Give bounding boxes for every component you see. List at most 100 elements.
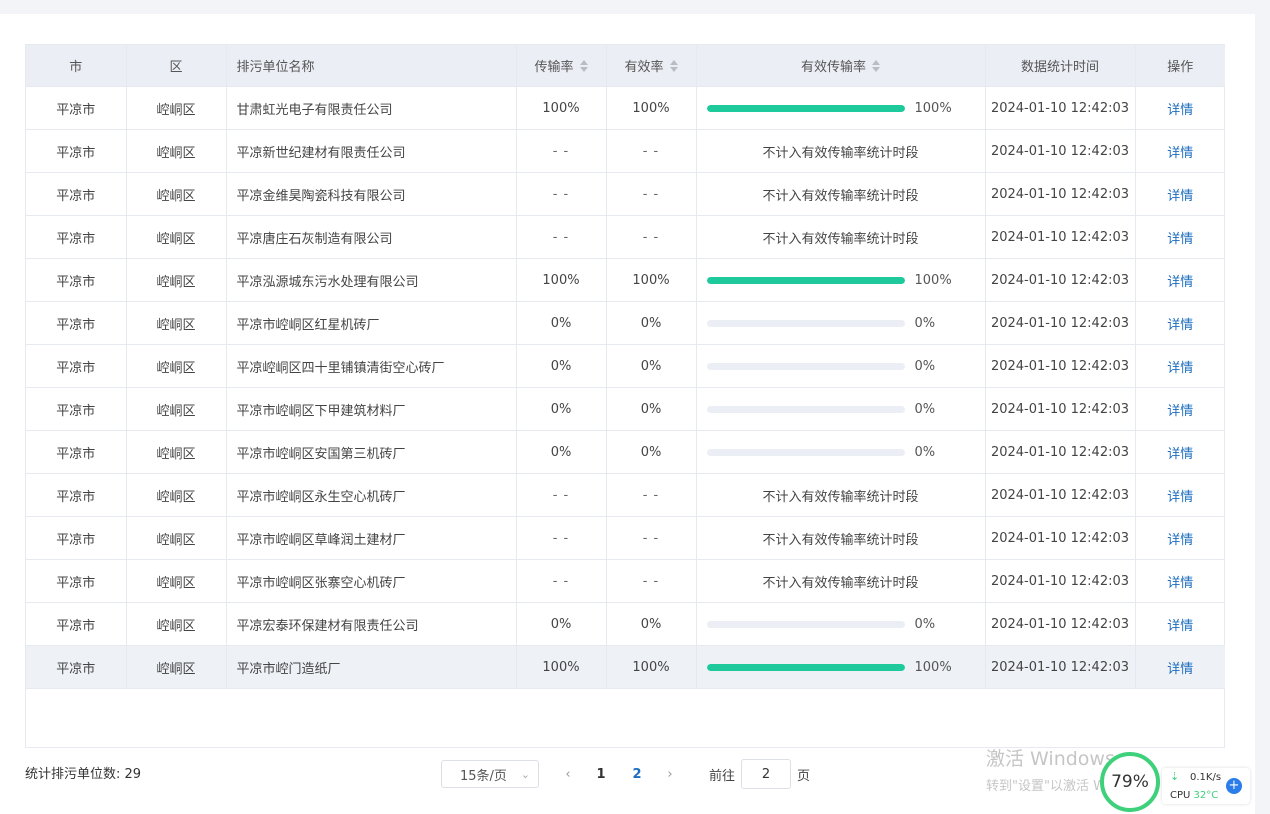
progress-label: 0% [914, 444, 936, 460]
goto-page: 前往 页 [709, 759, 810, 789]
cell-unit-name: 平凉市崆峒区张寨空心机砖厂 [226, 559, 517, 603]
transmission-rate-value: 0% [550, 401, 572, 417]
cell-stat-time: 2024-01-10 12:42:03 [985, 645, 1136, 689]
next-page-button[interactable]: › [655, 767, 685, 782]
cell-valid-transmission-rate: 不计入有效传输率统计时段 [696, 215, 986, 259]
cell-unit-name: 平凉市崆峒区永生空心机砖厂 [226, 473, 517, 517]
header-transmission-rate[interactable]: 传输率 [516, 45, 607, 87]
detail-link[interactable]: 详情 [1167, 189, 1193, 204]
cell-valid-rate: 100% [606, 86, 697, 130]
detail-link[interactable]: 详情 [1167, 146, 1193, 161]
cell-action: 详情 [1135, 86, 1225, 130]
table-row: 平凉市 崆峒区 平凉崆峒区四十里铺镇清街空心砖厂 0% 0% 0% 2024-01-10 1… [26, 344, 1225, 388]
detail-link[interactable]: 详情 [1167, 619, 1193, 634]
cell-district: 崆峒区 [126, 602, 227, 646]
cell-action: 详情 [1135, 430, 1225, 474]
page-2-button[interactable]: 2 [619, 767, 655, 782]
cell-city: 平凉市 [26, 602, 127, 646]
unit-count-label: 统计排污单位数: [25, 767, 121, 782]
cell-unit-name: 平凉宏泰环保建材有限责任公司 [226, 602, 517, 646]
detail-link[interactable]: 详情 [1167, 232, 1193, 247]
cell-city: 平凉市 [26, 215, 127, 259]
prev-page-button[interactable]: ‹ [553, 767, 583, 782]
sort-icon[interactable] [579, 59, 588, 72]
cell-action: 详情 [1135, 473, 1225, 517]
cell-valid-rate: - - [606, 516, 697, 560]
detail-link[interactable]: 详情 [1167, 533, 1193, 548]
progress-track [706, 663, 905, 671]
cell-unit-name: 平凉市崆峒区草峰润土建材厂 [226, 516, 517, 560]
detail-link[interactable]: 详情 [1167, 275, 1193, 290]
detail-link[interactable]: 详情 [1167, 318, 1193, 333]
cell-valid-rate: 0% [606, 344, 697, 388]
not-counted-text: 不计入有效传输率统计时段 [762, 575, 919, 591]
table-row: 平凉市 崆峒区 甘肃虹光电子有限责任公司 100% 100% 100% 2024-01-10… [26, 86, 1225, 130]
cell-valid-transmission-rate: 不计入有效传输率统计时段 [696, 172, 986, 216]
progress-label: 100% [914, 100, 952, 116]
cell-stat-time: 2024-01-10 12:42:03 [985, 301, 1136, 345]
cell-valid-transmission-rate: 100% [696, 258, 986, 302]
not-counted-text: 不计入有效传输率统计时段 [762, 145, 919, 161]
unit-count-value: 29 [124, 767, 142, 782]
cell-action: 详情 [1135, 215, 1225, 259]
detail-link[interactable]: 详情 [1167, 447, 1193, 462]
sort-icon[interactable] [669, 59, 678, 72]
table-row: 平凉市 崆峒区 平凉宏泰环保建材有限责任公司 0% 0% 0% 2024-01-10 12:… [26, 602, 1225, 646]
chevron-down-icon: ⌄ [520, 767, 530, 781]
table-row: 平凉市 崆峒区 平凉市崆门造纸厂 100% 100% 100% 2024-01-10 12:… [26, 645, 1225, 689]
detail-link[interactable]: 详情 [1167, 404, 1193, 419]
cell-city: 平凉市 [26, 516, 127, 560]
page-1-button[interactable]: 1 [583, 767, 619, 782]
download-arrow-icon: ⇣ [1170, 770, 1180, 783]
cell-valid-transmission-rate: 0% [696, 387, 986, 431]
header-valid-transmission-rate[interactable]: 有效传输率 [696, 45, 986, 87]
cell-unit-name: 平凉泓源城东污水处理有限公司 [226, 258, 517, 302]
header-district: 区 [126, 45, 227, 87]
valid-transmission-progress: 100% [697, 101, 985, 116]
table-row: 平凉市 崆峒区 平凉市崆峒区草峰润土建材厂 - - - - 不计入有效传输率统计时段 202… [26, 516, 1225, 560]
detail-link[interactable]: 详情 [1167, 361, 1193, 376]
system-monitor-panel[interactable]: ⇣ 0.1K/s CPU 32°C + [1162, 768, 1250, 804]
cell-city: 平凉市 [26, 301, 127, 345]
table-header-row: 市 区 排污单位名称 传输率 有效率 有效传输率 数据统计时间 操作 [26, 45, 1225, 87]
page-size-select[interactable]: 15条/页 ⌄ [441, 760, 539, 788]
cell-action: 详情 [1135, 344, 1225, 388]
cell-city: 平凉市 [26, 86, 127, 130]
detail-link[interactable]: 详情 [1167, 490, 1193, 505]
detail-link[interactable]: 详情 [1167, 103, 1193, 118]
table-row: 平凉市 崆峒区 平凉金维昊陶瓷科技有限公司 - - - - 不计入有效传输率统计时段 202… [26, 172, 1225, 216]
sort-icon[interactable] [872, 59, 880, 72]
cell-stat-time: 2024-01-10 12:42:03 [985, 344, 1136, 388]
transmission-rate-value: 0% [550, 315, 572, 331]
header-stat-time: 数据统计时间 [985, 45, 1136, 87]
cell-unit-name: 平凉新世纪建材有限责任公司 [226, 129, 517, 173]
cell-transmission-rate: - - [516, 516, 607, 560]
header-valid-rate[interactable]: 有效率 [606, 45, 697, 87]
cell-district: 崆峒区 [126, 645, 227, 689]
cell-valid-rate: - - [606, 473, 697, 517]
cell-stat-time: 2024-01-10 12:42:03 [985, 387, 1136, 431]
detail-link[interactable]: 详情 [1167, 662, 1193, 677]
progress-label: 0% [914, 315, 936, 331]
cell-district: 崆峒区 [126, 215, 227, 259]
table-row: 平凉市 崆峒区 平凉市崆峒区永生空心机砖厂 - - - - 不计入有效传输率统计时段 202… [26, 473, 1225, 517]
cell-valid-rate: 0% [606, 301, 697, 345]
detail-link[interactable]: 详情 [1167, 576, 1193, 591]
valid-rate-value: 0% [640, 616, 662, 632]
cell-action: 详情 [1135, 645, 1225, 689]
valid-transmission-progress: 0% [697, 445, 985, 460]
cell-valid-transmission-rate: 不计入有效传输率统计时段 [696, 559, 986, 603]
cpu-usage-widget[interactable]: 79% [1100, 752, 1160, 812]
progress-fill [706, 276, 905, 284]
cell-unit-name: 平凉市崆门造纸厂 [226, 645, 517, 689]
transmission-rate-value: 100% [542, 272, 580, 288]
progress-track [706, 319, 905, 327]
plus-icon[interactable]: + [1226, 778, 1242, 794]
cell-valid-rate: 100% [606, 645, 697, 689]
cpu-temp-readout: CPU 32°C [1170, 790, 1218, 801]
cell-district: 崆峒区 [126, 172, 227, 216]
unit-count: 统计排污单位数: 29 [25, 763, 141, 782]
transmission-rate-value: 100% [542, 100, 580, 116]
goto-page-input[interactable] [741, 759, 792, 789]
transmission-rate-value: 100% [542, 659, 580, 675]
